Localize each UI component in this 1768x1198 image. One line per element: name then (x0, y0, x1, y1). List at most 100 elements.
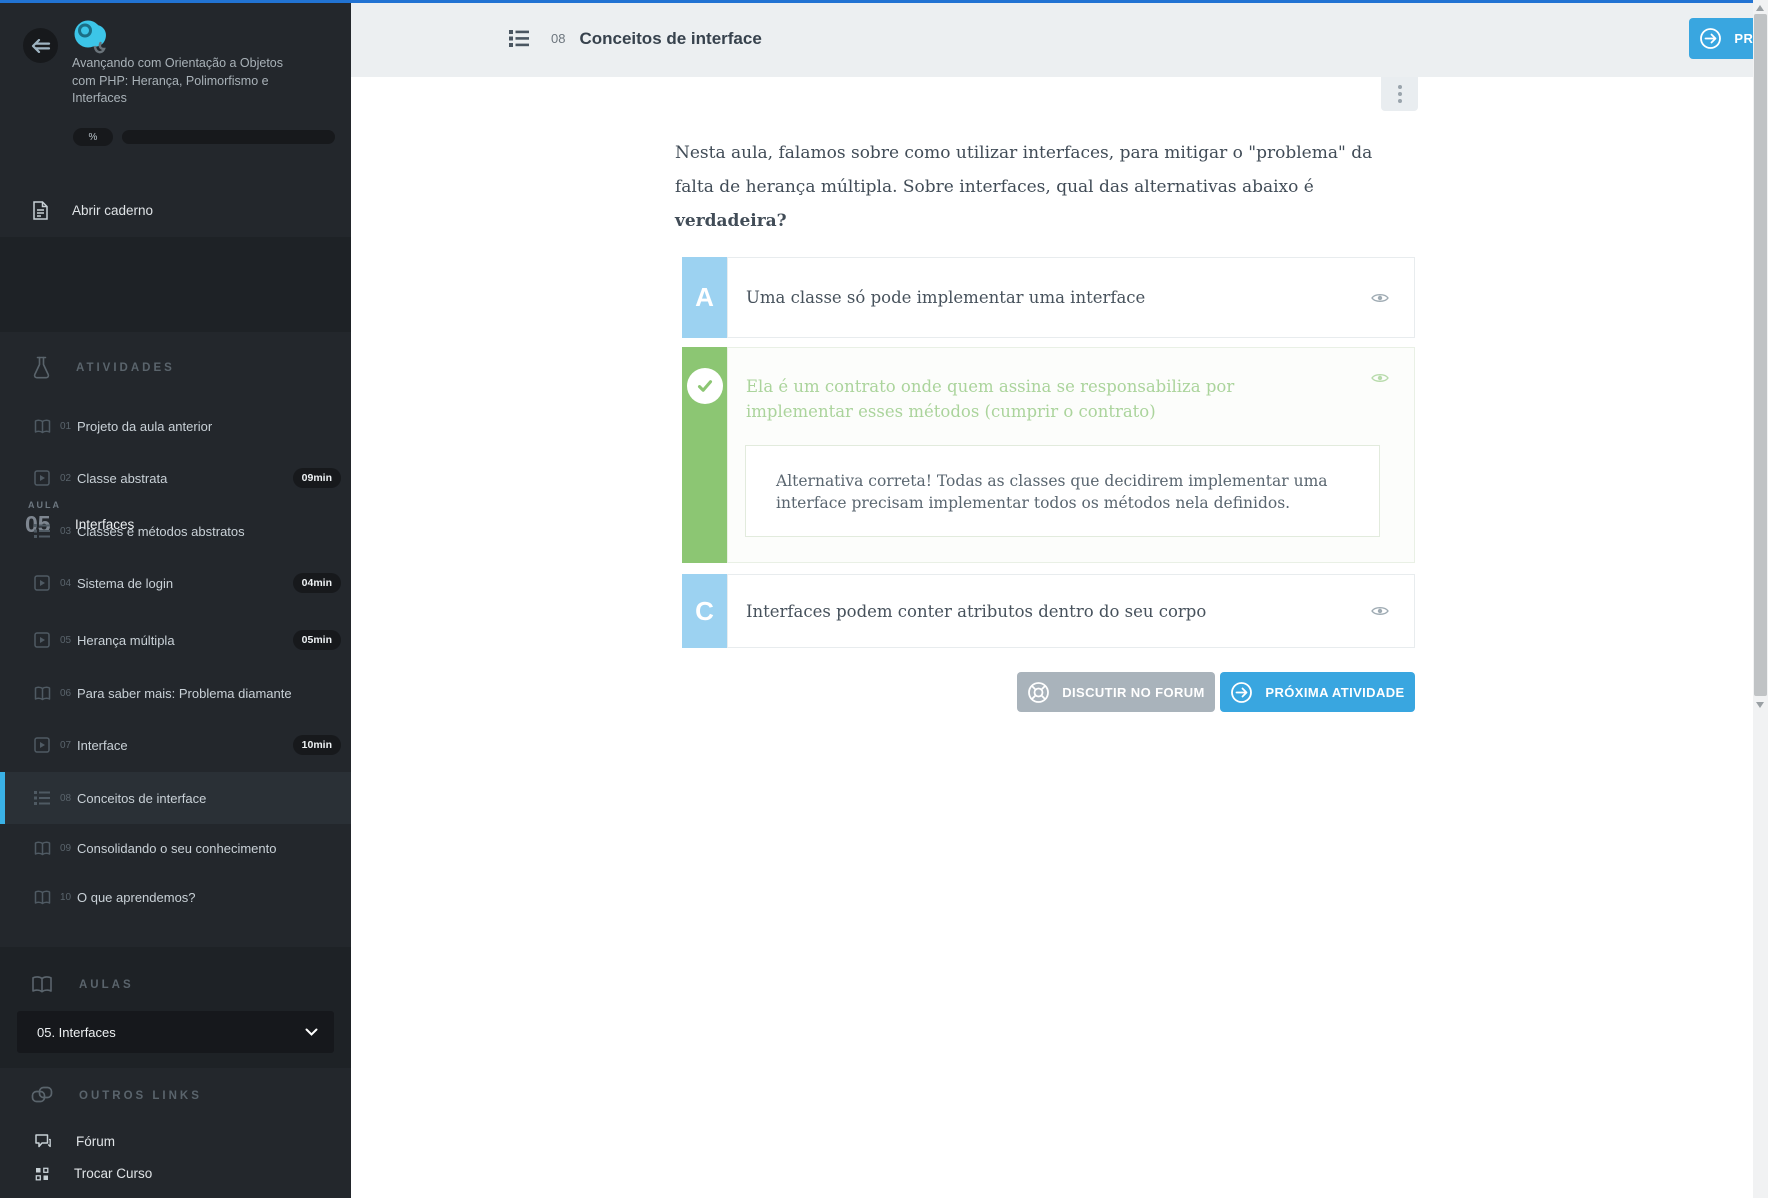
document-icon (33, 201, 48, 220)
footer-actions: DISCUTIR NO FORUM PRÓXIMA ATIVIDADE (682, 672, 1415, 712)
other-links-section-header: OUTROS LINKS (31, 1086, 202, 1105)
activity-number: 09 (60, 843, 77, 854)
activity-label: Para saber mais: Problema diamante (77, 686, 292, 701)
scroll-down-icon[interactable] (1756, 702, 1764, 708)
activity-label: Conceitos de interface (77, 791, 206, 806)
option-letter: C (682, 574, 727, 648)
duration-badge: 09min (293, 468, 341, 488)
lifebuoy-icon (1027, 681, 1050, 704)
sidebar-item-08-conceitos-de-interface[interactable]: 08 Conceitos de interface (0, 772, 351, 824)
arrow-right-circle-icon (1230, 681, 1253, 704)
activity-header: 08 Conceitos de interface PRÓXIMA ATIVID… (351, 0, 1753, 77)
current-lesson-block: AULA 05 Interfaces (0, 237, 351, 332)
kebab-dot (1398, 92, 1402, 96)
activity-label: O que aprendemos? (77, 890, 196, 905)
back-button[interactable] (23, 28, 58, 63)
top-progress-line (0, 0, 1753, 3)
activity-number: 02 (60, 473, 77, 484)
kebab-dot (1398, 85, 1402, 89)
question-text: Nesta aula, falamos sobre como utilizar … (675, 136, 1390, 238)
activities-section-header: ATIVIDADES (33, 356, 175, 379)
sidebar-item-02-classe-abstrata[interactable]: 02 Classe abstrata 09min (0, 452, 351, 504)
activity-number: 07 (60, 740, 77, 751)
course-title: Avançando com Orientação a Objetos com P… (72, 55, 297, 108)
eye-icon[interactable] (1371, 292, 1389, 304)
sidebar-item-01-projeto-da-aula-anterior[interactable]: 01 Projeto da aula anterior (0, 400, 351, 452)
activity-number: 01 (60, 421, 77, 432)
check-icon (687, 368, 723, 404)
activities-section-label: ATIVIDADES (76, 362, 175, 374)
duration-badge: 05min (293, 630, 341, 650)
option-a[interactable]: A Uma classe só pode implementar uma int… (682, 257, 1415, 338)
page-title: Conceitos de interface (579, 29, 761, 49)
list-icon (33, 524, 51, 538)
option-b-text: Ela é um contrato onde quem assina se re… (746, 374, 1306, 424)
activity-label: Sistema de login (77, 576, 173, 591)
answer-options: A Uma classe só pode implementar uma int… (682, 257, 1415, 648)
sidebar-item-06-para-saber-mais[interactable]: 06 Para saber mais: Problema diamante (0, 667, 351, 719)
activity-label: Interface (77, 738, 128, 753)
duration-badge: 04min (293, 573, 341, 593)
discuss-forum-label: DISCUTIR NO FORUM (1062, 685, 1205, 700)
open-book-icon (31, 975, 53, 994)
course-mascot-icon (72, 18, 112, 60)
video-icon (33, 632, 51, 648)
book-icon (33, 890, 51, 905)
activity-label: Herança múltipla (77, 633, 175, 648)
sidebar-item-03-classes-e-metodos-abstratos[interactable]: 03 Classes e métodos abstratos (0, 505, 351, 557)
video-icon (33, 575, 51, 591)
activity-number: 08 (60, 793, 77, 804)
open-notebook-button[interactable]: Abrir caderno (0, 185, 351, 235)
course-progress-bar (122, 130, 335, 144)
option-c-text: Interfaces podem conter atributos dentro… (746, 602, 1206, 621)
lessons-section-header: AULAS (31, 975, 134, 994)
activity-label: Classe abstrata (77, 471, 167, 486)
activity-number: 10 (60, 892, 77, 903)
change-course-label: Trocar Curso (74, 1166, 152, 1181)
activity-number: 05 (60, 635, 77, 646)
sidebar-item-10-o-que-aprendemos[interactable]: 10 O que aprendemos? (0, 871, 351, 923)
eye-icon[interactable] (1371, 605, 1389, 617)
vertical-scrollbar[interactable] (1753, 0, 1768, 1198)
option-letter: A (682, 257, 727, 338)
activity-number: 04 (60, 578, 77, 589)
chat-icon (35, 1134, 51, 1149)
chevron-down-icon (305, 1028, 318, 1036)
option-c[interactable]: C Interfaces podem conter atributos dent… (682, 574, 1415, 648)
sidebar-item-04-sistema-de-login[interactable]: 04 Sistema de login 04min (0, 557, 351, 609)
forum-label: Fórum (76, 1134, 115, 1149)
grid-icon (35, 1167, 49, 1181)
eye-icon[interactable] (1371, 372, 1389, 384)
forum-link[interactable]: Fórum (0, 1125, 351, 1158)
link-icon (31, 1086, 53, 1105)
progress-percentage-badge: % (73, 128, 113, 146)
video-icon (33, 470, 51, 486)
other-links-section-label: OUTROS LINKS (79, 1090, 202, 1102)
sidebar-item-07-interface[interactable]: 07 Interface 10min (0, 719, 351, 771)
next-activity-button-bottom[interactable]: PRÓXIMA ATIVIDADE (1220, 672, 1415, 712)
sidebar: Avançando com Orientação a Objetos com P… (0, 0, 351, 1198)
answer-feedback: Alternativa correta! Todas as classes qu… (745, 445, 1380, 537)
activity-label: Consolidando o seu conhecimento (77, 841, 276, 856)
flask-icon (33, 356, 50, 379)
scroll-up-icon[interactable] (1756, 5, 1764, 11)
list-icon (33, 791, 51, 805)
scrollbar-thumb[interactable] (1754, 14, 1767, 696)
book-icon (33, 419, 51, 434)
more-options-menu[interactable] (1381, 77, 1418, 111)
video-icon (33, 737, 51, 753)
duration-badge: 10min (293, 735, 341, 755)
activity-number: 08 (551, 31, 565, 46)
option-marker (682, 347, 727, 563)
book-icon (33, 841, 51, 856)
activity-number: 06 (60, 688, 77, 699)
kebab-dot (1398, 99, 1402, 103)
activity-label: Classes e métodos abstratos (77, 524, 245, 539)
sidebar-item-09-consolidando[interactable]: 09 Consolidando o seu conhecimento (0, 822, 351, 874)
discuss-forum-button[interactable]: DISCUTIR NO FORUM (1017, 672, 1215, 712)
sidebar-item-05-heranca-multipla[interactable]: 05 Herança múltipla 05min (0, 614, 351, 666)
lesson-select-dropdown[interactable]: 05. Interfaces (17, 1011, 334, 1053)
change-course-link[interactable]: Trocar Curso (0, 1157, 351, 1190)
activity-label: Projeto da aula anterior (77, 419, 212, 434)
option-b-correct[interactable]: Ela é um contrato onde quem assina se re… (682, 347, 1415, 563)
